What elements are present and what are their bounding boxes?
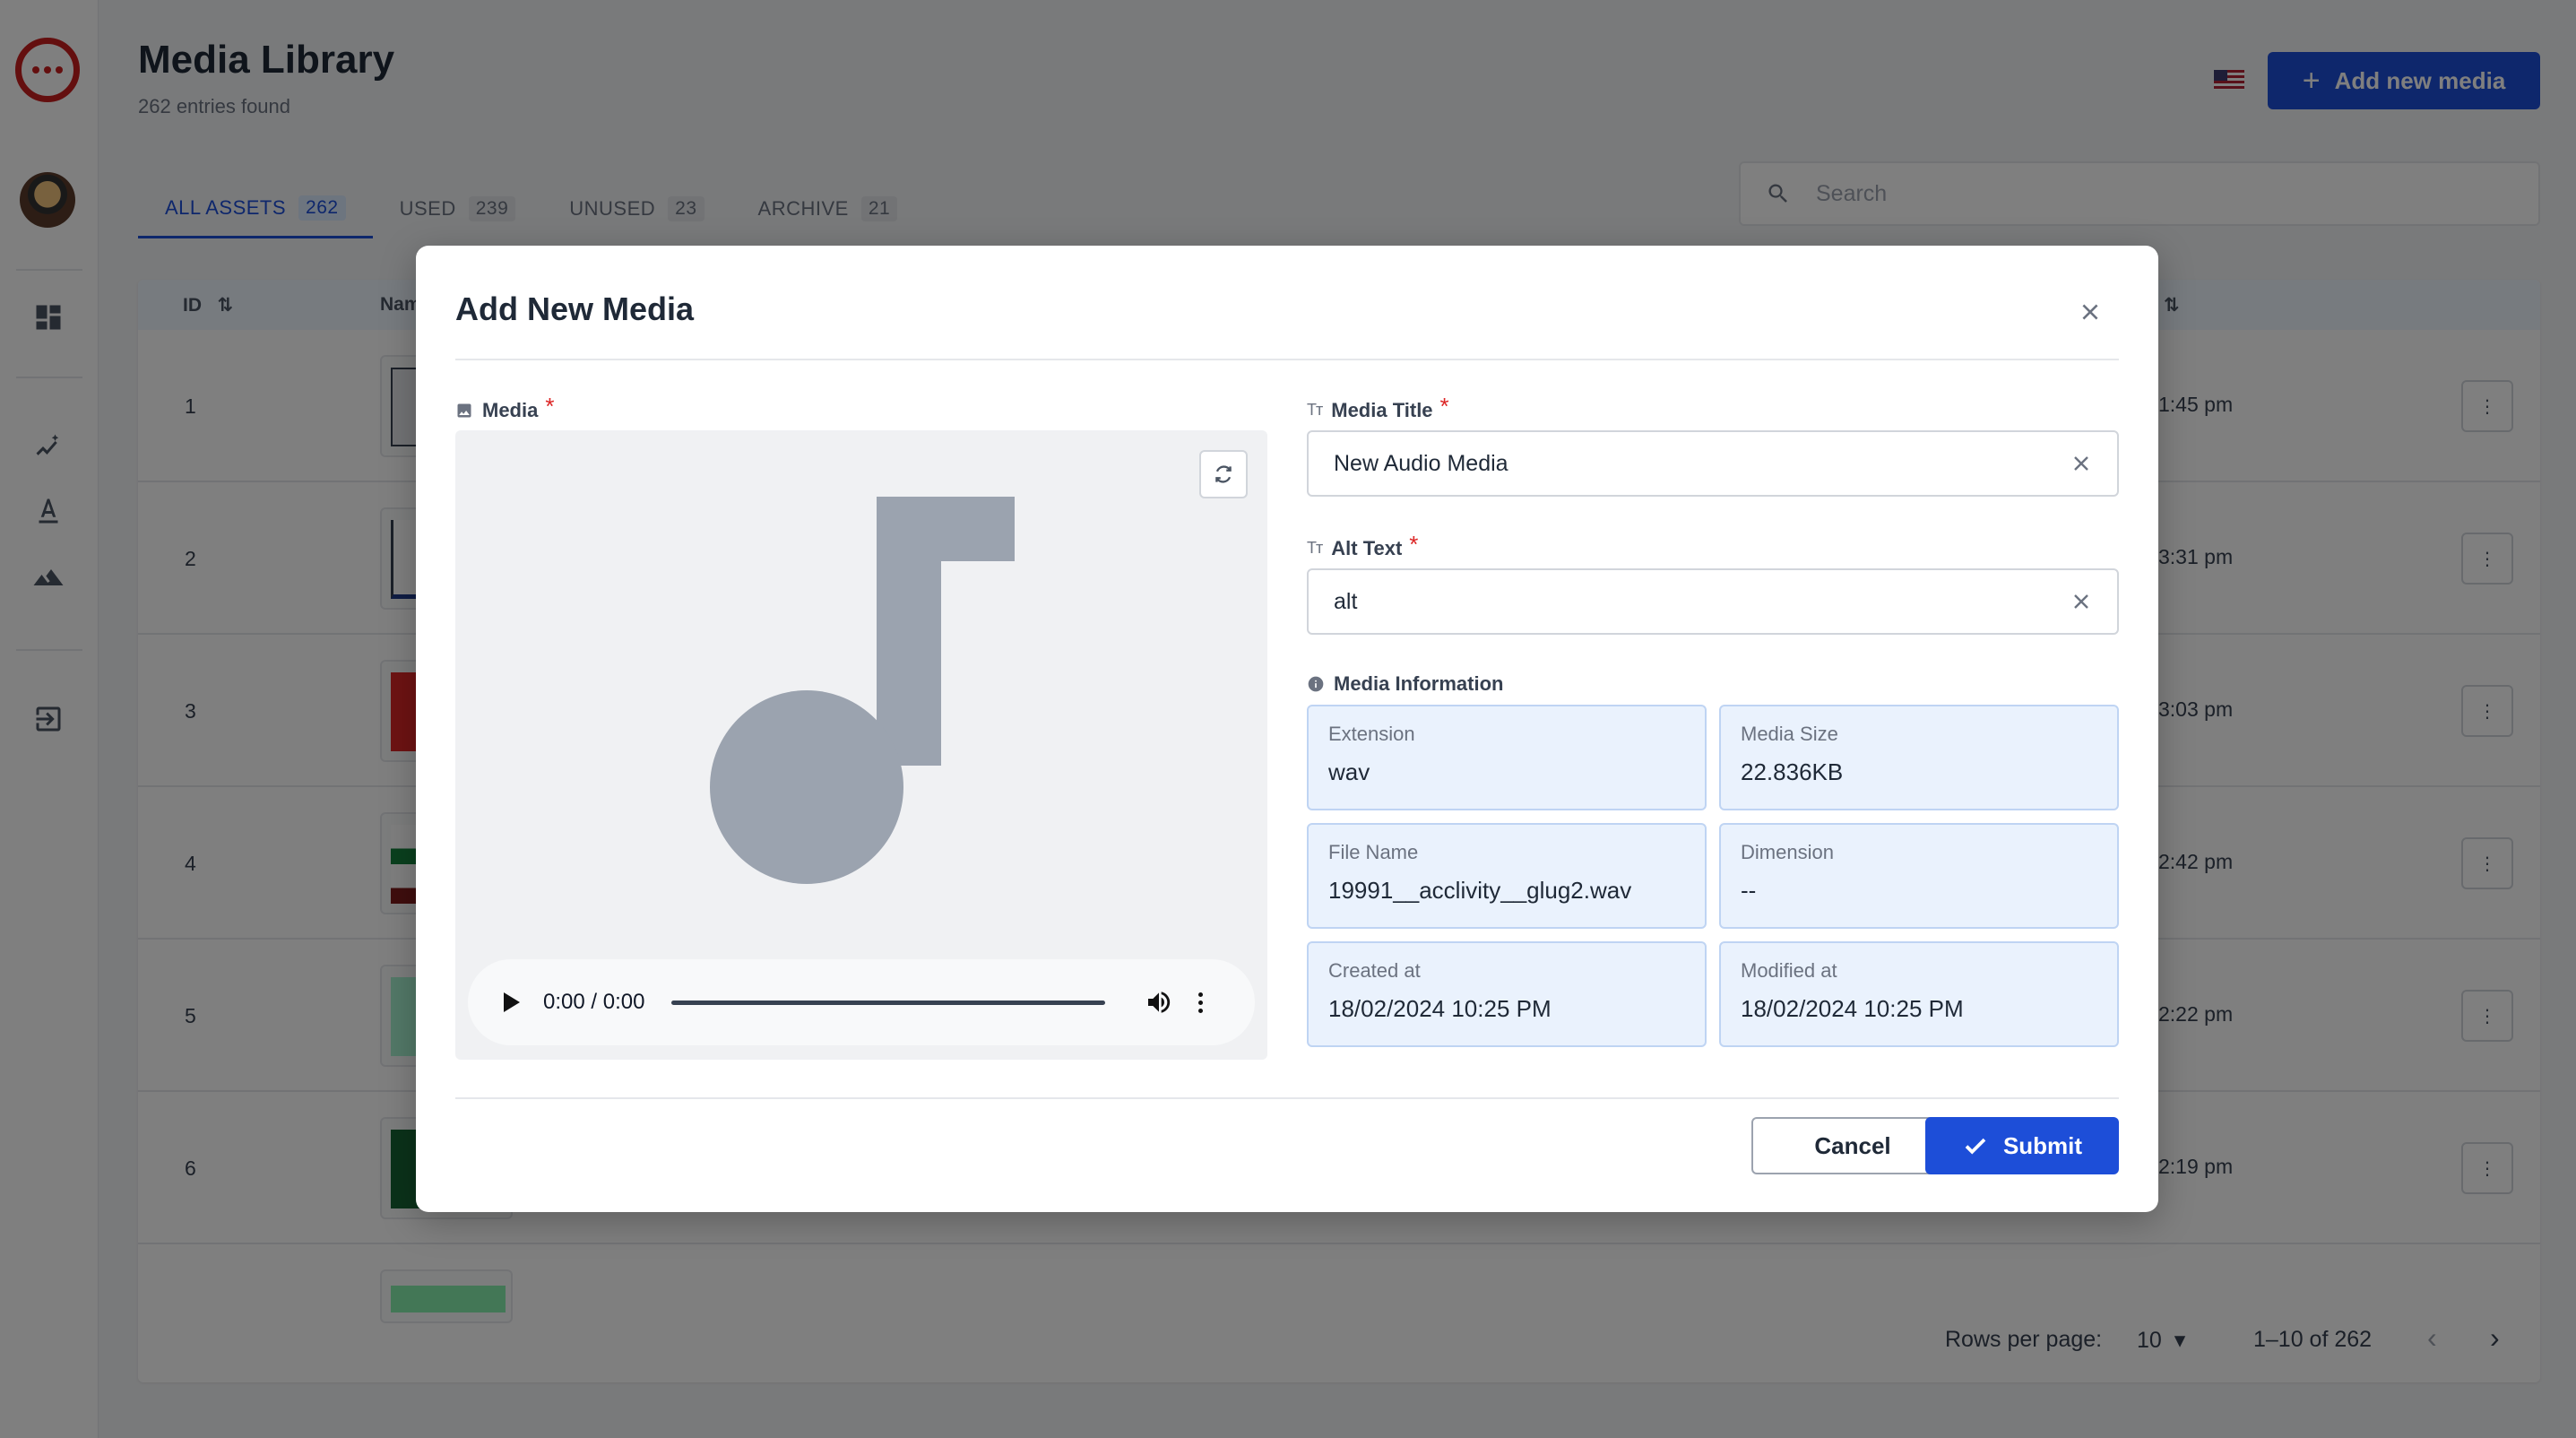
info-value: 18/02/2024 10:25 PM (1741, 995, 1964, 1022)
info-card-modified-at: Modified at 18/02/2024 10:25 PM (1719, 941, 2119, 1047)
info-key: Media Size (1741, 723, 1838, 745)
info-card-extension: Extension wav (1307, 705, 1707, 810)
info-value: 18/02/2024 10:25 PM (1328, 995, 1552, 1022)
more-options-icon[interactable] (1198, 992, 1204, 1013)
info-card-file-name: File Name 19991__acclivity__glug2.wav (1307, 823, 1707, 929)
submit-label: Submit (2002, 1131, 2083, 1159)
info-key: File Name (1328, 841, 1419, 863)
audio-time: 0:00 / 0:00 (543, 990, 645, 1014)
text-field-icon: Tт (1307, 539, 1323, 557)
info-icon (1308, 676, 1324, 692)
info-key: Created at (1328, 959, 1421, 982)
audio-seek-bar[interactable] (671, 1000, 1106, 1005)
media-information-label: Media Information (1307, 672, 1503, 696)
alt-text-value: alt (1334, 588, 1358, 614)
dialog-divider (455, 359, 2119, 360)
media-label: Media * (455, 393, 555, 424)
required-mark: * (545, 393, 555, 420)
alt-text-input[interactable]: alt (1307, 568, 2119, 635)
dialog-divider (455, 1097, 2119, 1099)
audio-player: 0:00 / 0:00 (468, 959, 1255, 1045)
play-icon[interactable] (504, 992, 520, 1012)
replace-media-button[interactable] (1199, 450, 1248, 498)
required-mark: * (1409, 531, 1419, 558)
media-label-text: Media (482, 398, 539, 421)
info-value: wav (1328, 758, 1370, 785)
submit-button[interactable]: Submit (1925, 1117, 2119, 1174)
info-key: Modified at (1741, 959, 1837, 982)
media-title-label: Tт Media Title * (1307, 393, 1449, 424)
clear-icon[interactable] (2070, 453, 2092, 474)
close-icon[interactable] (2072, 294, 2108, 330)
info-card-dimension: Dimension -- (1719, 823, 2119, 929)
info-value: 22.836KB (1741, 758, 1844, 785)
media-title-label-text: Media Title (1331, 398, 1433, 421)
alt-text-label: Tт Alt Text * (1307, 531, 1419, 562)
dialog-title: Add New Media (455, 290, 695, 327)
check-icon (1965, 1138, 1986, 1155)
info-key: Extension (1328, 723, 1415, 745)
media-title-input[interactable]: New Audio Media (1307, 430, 2119, 497)
add-media-dialog: Add New Media Media * 0:00 / 0:00 Tт Med… (416, 246, 2158, 1212)
media-title-value: New Audio Media (1334, 450, 1508, 476)
info-value: 19991__acclivity__glug2.wav (1328, 877, 1632, 904)
text-field-icon: Tт (1307, 401, 1323, 419)
required-mark: * (1439, 393, 1449, 420)
image-icon (457, 403, 471, 417)
info-value: -- (1741, 877, 1757, 904)
info-key: Dimension (1741, 841, 1834, 863)
info-card-media-size: Media Size 22.836KB (1719, 705, 2119, 810)
clear-icon[interactable] (2070, 591, 2092, 612)
refresh-icon (1215, 465, 1232, 483)
media-preview: 0:00 / 0:00 (455, 430, 1267, 1060)
media-information-text: Media Information (1334, 672, 1504, 695)
cancel-button[interactable]: Cancel (1751, 1117, 1954, 1174)
volume-icon[interactable] (1145, 988, 1173, 1017)
music-note-icon (710, 497, 1015, 884)
alt-text-label-text: Alt Text (1331, 536, 1403, 559)
info-card-created-at: Created at 18/02/2024 10:25 PM (1307, 941, 1707, 1047)
